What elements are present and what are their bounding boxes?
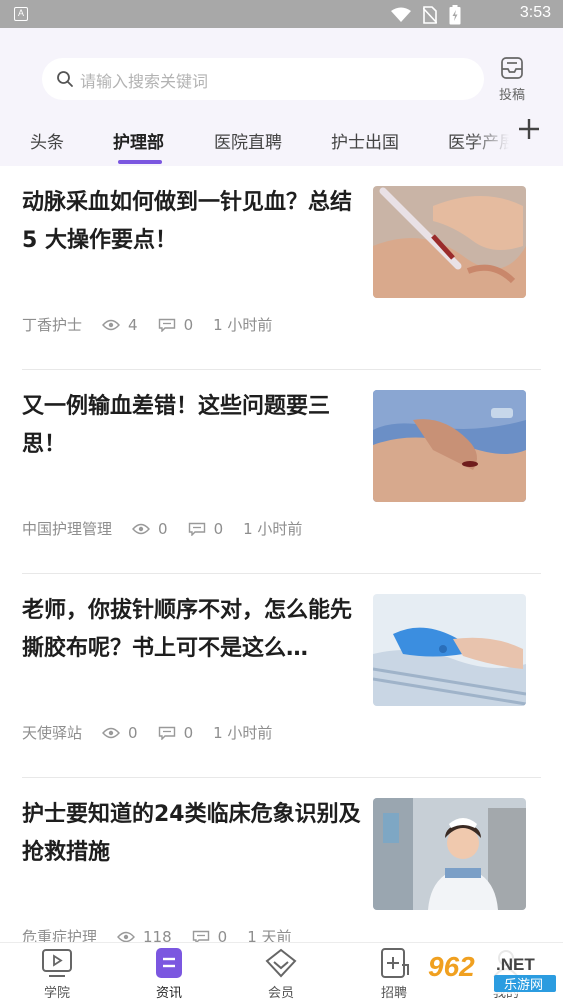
news-icon <box>156 948 182 978</box>
clock: 3:53 <box>519 4 551 21</box>
article-card[interactable]: 又一例输血差错！这些问题要三思！ 中国护理管理 0 0 1 小时前 <box>22 370 541 574</box>
article-time: 1 小时前 <box>243 520 303 538</box>
nav-academy[interactable]: 学院 <box>29 947 85 1000</box>
article-source[interactable]: 天使驿站 <box>22 722 82 743</box>
comment-count: 0 <box>213 519 224 538</box>
comment-icon <box>158 726 175 740</box>
search-icon <box>57 71 73 87</box>
tab-nurse-abroad[interactable]: 护士出国 <box>331 128 399 153</box>
contribute-button[interactable]: 投稿 <box>494 56 530 103</box>
comment-count: 0 <box>183 723 194 742</box>
job-icon <box>381 948 409 978</box>
article-time: 1 小时前 <box>213 316 273 334</box>
tab-hospital-jobs[interactable]: 医院直聘 <box>214 128 282 153</box>
watermark-number: 962 <box>428 951 475 982</box>
search-placeholder: 请输入搜索关键词 <box>80 72 209 91</box>
article-meta: 丁香护士 4 0 1 小时前 <box>22 314 272 335</box>
tab-nursing-dept[interactable]: 护理部 <box>113 128 164 153</box>
article-thumbnail-blood-transfusion[interactable] <box>373 390 526 502</box>
nav-label: 学院 <box>43 986 70 1000</box>
article-thumbnail-needle-removal[interactable] <box>373 594 526 706</box>
article-thumbnail-nurse-portrait[interactable] <box>373 798 526 910</box>
inbox-tray-icon <box>501 57 523 79</box>
article-source[interactable]: 丁香护士 <box>22 314 82 335</box>
article-source[interactable]: 中国护理管理 <box>22 518 112 539</box>
article-title[interactable]: 护士要知道的24类临床危象识别及抢救措施 <box>22 796 362 872</box>
app-notification-icon: A <box>14 7 28 21</box>
article-meta: 中国护理管理 0 0 1 小时前 <box>22 518 302 539</box>
watermark-site-name: 乐游网 <box>504 978 543 993</box>
article-thumbnail-arterial-blood-draw[interactable] <box>373 186 526 298</box>
eye-icon <box>102 727 120 738</box>
play-screen-icon <box>42 949 72 977</box>
nav-label: 招聘 <box>380 986 407 1000</box>
article-title[interactable]: 又一例输血差错！这些问题要三思！ <box>22 388 362 464</box>
article-card[interactable]: 动脉采血如何做到一针见血？总结 5 大操作要点！ 丁香护士 4 0 1 小时前 <box>22 166 541 370</box>
eye-icon <box>102 319 120 330</box>
wifi-icon <box>391 7 411 22</box>
article-title[interactable]: 动脉采血如何做到一针见血？总结 5 大操作要点！ <box>22 184 362 260</box>
eye-icon <box>132 523 150 534</box>
view-count: 0 <box>128 723 138 742</box>
article-time: 1 小时前 <box>213 724 273 742</box>
search-bar[interactable]: 请输入搜索关键词 <box>42 58 484 100</box>
view-count: 0 <box>158 519 168 538</box>
site-watermark-logo: 962 .NET 乐游网 <box>424 948 560 994</box>
nav-label: 会员 <box>267 986 294 1000</box>
tab-headlines[interactable]: 头条 <box>30 128 64 153</box>
article-card[interactable]: 老师，你拔针顺序不对，怎么能先撕胶布呢？书上可不是这么… 天使驿站 0 0 1 … <box>22 574 541 778</box>
eye-icon <box>117 931 135 942</box>
active-tab-indicator <box>118 160 162 164</box>
add-category-plus-icon[interactable] <box>514 114 544 144</box>
nav-news[interactable]: 资讯 <box>141 947 197 1000</box>
comment-icon <box>188 522 205 536</box>
nav-membership[interactable]: 会员 <box>253 947 309 1000</box>
article-title[interactable]: 老师，你拔针顺序不对，怎么能先撕胶布呢？书上可不是这么… <box>22 592 362 668</box>
nav-label: 资讯 <box>155 986 182 1000</box>
no-sim-icon <box>423 6 437 24</box>
status-bar: A 3:53 <box>0 0 563 28</box>
article-meta: 天使驿站 0 0 1 小时前 <box>22 722 272 743</box>
watermark-net: .NET <box>496 955 535 974</box>
comment-icon <box>158 318 175 332</box>
contribute-label: 投稿 <box>498 88 525 103</box>
view-count: 4 <box>128 315 138 334</box>
battery-icon <box>449 5 461 25</box>
header: 请输入搜索关键词 投稿 头条 护理部 医院直聘 护士出国 医学产展 <box>0 28 563 166</box>
nav-recruitment[interactable]: 招聘 <box>366 947 422 1000</box>
category-tabs: 头条 护理部 医院直聘 护士出国 医学产展 <box>0 124 526 166</box>
comment-count: 0 <box>183 315 194 334</box>
diamond-icon <box>265 948 297 978</box>
